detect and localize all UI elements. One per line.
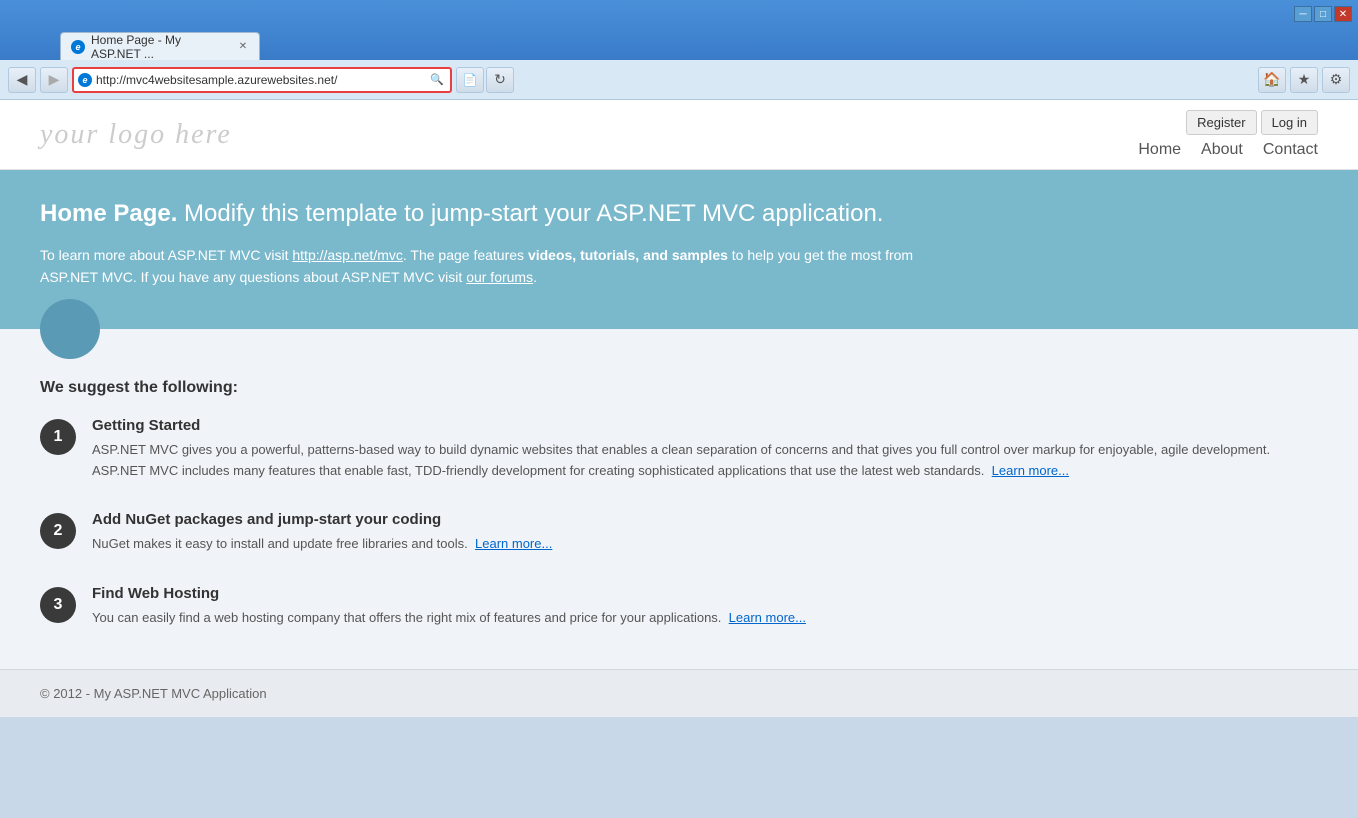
step-content-3: Find Web Hosting You can easily find a w…: [92, 585, 806, 629]
step-item-3: 3 Find Web Hosting You can easily find a…: [40, 585, 1318, 629]
address-favicon-icon: e: [78, 73, 92, 87]
back-button[interactable]: ◀: [8, 67, 36, 93]
hero-title-bold: Home Page.: [40, 200, 177, 227]
learn-more-link-2[interactable]: Learn more...: [475, 536, 552, 551]
bottom-area: [0, 717, 1358, 818]
step-desc-2: NuGet makes it easy to install and updat…: [92, 534, 552, 555]
settings-icon[interactable]: ⚙: [1322, 67, 1350, 93]
hero-body: To learn more about ASP.NET MVC visit ht…: [40, 244, 940, 289]
site-nav: Home About Contact: [1138, 141, 1318, 159]
hero-mvc-link[interactable]: http://asp.net/mvc: [292, 247, 403, 263]
tab-favicon-icon: e: [71, 40, 85, 54]
step-content-1: Getting Started ASP.NET MVC gives you a …: [92, 417, 1318, 482]
register-button[interactable]: Register: [1186, 110, 1256, 135]
hero-body-bold: videos, tutorials, and samples: [528, 247, 728, 263]
site-logo: your logo here: [40, 119, 232, 151]
site-header: your logo here Register Log in Home Abou…: [0, 100, 1358, 170]
browser-tab[interactable]: e Home Page - My ASP.NET ... ✕: [60, 32, 260, 60]
forward-button[interactable]: ▶: [40, 67, 68, 93]
footer-text: © 2012 - My ASP.NET MVC Application: [40, 686, 267, 701]
address-input[interactable]: [96, 73, 424, 87]
step-number-2: 2: [40, 513, 76, 549]
nav-contact[interactable]: Contact: [1263, 141, 1318, 159]
address-search-icon[interactable]: 🔍: [428, 71, 446, 89]
nav-about[interactable]: About: [1201, 141, 1243, 159]
hero-body-mid: . The page features: [403, 247, 528, 263]
step-content-2: Add NuGet packages and jump-start your c…: [92, 511, 552, 555]
tab-title: Home Page - My ASP.NET ...: [91, 33, 227, 61]
login-button[interactable]: Log in: [1261, 110, 1318, 135]
step-number-3: 3: [40, 587, 76, 623]
address-bar-container: e 🔍: [72, 67, 452, 93]
nav-home[interactable]: Home: [1138, 141, 1181, 159]
step-desc-1: ASP.NET MVC gives you a powerful, patter…: [92, 440, 1318, 482]
suggest-heading: We suggest the following:: [40, 379, 1318, 397]
website-content: your logo here Register Log in Home Abou…: [0, 100, 1358, 818]
learn-more-link-1[interactable]: Learn more...: [992, 463, 1069, 478]
main-content: We suggest the following: 1 Getting Star…: [0, 329, 1358, 669]
hero-body-period: .: [533, 269, 537, 285]
browser-chrome: ─ □ ✕ e Home Page - My ASP.NET ... ✕: [0, 0, 1358, 60]
maximize-button[interactable]: □: [1314, 6, 1332, 22]
header-auth: Register Log in: [1186, 110, 1318, 135]
minimize-button[interactable]: ─: [1294, 6, 1312, 22]
hero-forums-link[interactable]: our forums: [466, 269, 533, 285]
hero-body-intro: To learn more about ASP.NET MVC visit: [40, 247, 292, 263]
hero-banner: Home Page. Modify this template to jump-…: [0, 170, 1358, 329]
nav-toolbar: ◀ ▶ e 🔍 📄 ↻ 🏠 ★ ⚙: [0, 60, 1358, 100]
site-header-right: Register Log in Home About Contact: [1138, 110, 1318, 159]
window-controls: ─ □ ✕: [1294, 6, 1352, 22]
tab-close-button[interactable]: ✕: [237, 40, 249, 54]
site-footer: © 2012 - My ASP.NET MVC Application: [0, 669, 1358, 717]
step-item-2: 2 Add NuGet packages and jump-start your…: [40, 511, 1318, 555]
close-button[interactable]: ✕: [1334, 6, 1352, 22]
title-bar: ─ □ ✕: [0, 0, 1358, 28]
nav-right-buttons: 🏠 ★ ⚙: [1258, 67, 1350, 93]
step-desc-3: You can easily find a web hosting compan…: [92, 608, 806, 629]
step-item-1: 1 Getting Started ASP.NET MVC gives you …: [40, 417, 1318, 482]
learn-more-link-3[interactable]: Learn more...: [729, 610, 806, 625]
hero-title: Home Page. Modify this template to jump-…: [40, 200, 1318, 228]
step-list: 1 Getting Started ASP.NET MVC gives you …: [40, 417, 1318, 629]
page-icon[interactable]: 📄: [456, 67, 484, 93]
favorites-icon[interactable]: ★: [1290, 67, 1318, 93]
hero-circle-decoration: [40, 299, 100, 359]
home-icon[interactable]: 🏠: [1258, 67, 1286, 93]
refresh-button[interactable]: ↻: [486, 67, 514, 93]
step-number-1: 1: [40, 419, 76, 455]
step-title-3: Find Web Hosting: [92, 585, 806, 602]
step-title-1: Getting Started: [92, 417, 1318, 434]
tab-bar: e Home Page - My ASP.NET ... ✕: [0, 28, 1358, 60]
step-title-2: Add NuGet packages and jump-start your c…: [92, 511, 552, 528]
hero-title-normal: Modify this template to jump-start your …: [177, 200, 883, 227]
nav-extra-buttons: 📄 ↻: [456, 67, 514, 93]
